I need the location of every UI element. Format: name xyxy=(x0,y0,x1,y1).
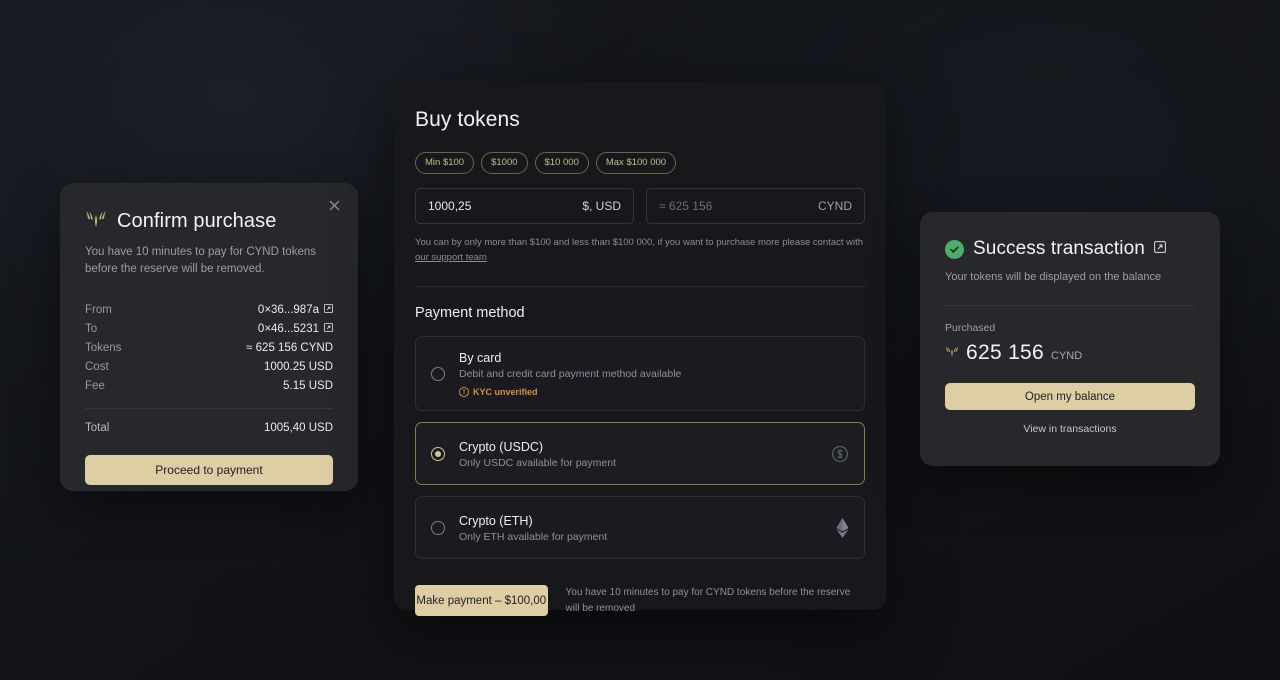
success-subtitle: Your tokens will be displayed on the bal… xyxy=(945,271,1162,283)
success-transaction-panel: Success transaction Your tokens will be … xyxy=(920,212,1220,466)
usd-unit-label: $, USD xyxy=(582,199,621,213)
detail-value: 5.15 USD xyxy=(283,380,333,392)
payment-option-desc: Debit and credit card payment method ava… xyxy=(459,368,682,381)
detail-label: From xyxy=(85,304,112,316)
purchased-ticker: CYND xyxy=(1051,350,1083,362)
detail-label: Fee xyxy=(85,380,105,392)
purchased-label: Purchased xyxy=(945,322,996,334)
purchase-details-list: From 0×36...987a To 0×46...5231 Tokens ≈… xyxy=(85,301,333,438)
buy-tokens-panel: Buy tokens Min $100 $1000 $10 000 Max $1… xyxy=(394,82,886,617)
close-icon[interactable] xyxy=(322,193,346,217)
payment-option-name: By card xyxy=(459,351,502,366)
total-value: 1005,40 USD xyxy=(263,422,333,434)
usd-amount-input[interactable]: 1000,25 $, USD xyxy=(415,188,634,224)
amount-hint: You can by only more than $100 and less … xyxy=(415,236,865,265)
divider xyxy=(945,305,1195,306)
detail-row-from: From 0×36...987a xyxy=(85,301,333,320)
confirm-header: Confirm purchase xyxy=(85,209,333,234)
cynd-wing-logo-icon xyxy=(85,209,107,234)
ethereum-icon xyxy=(836,518,849,539)
proceed-to-payment-button[interactable]: Proceed to payment xyxy=(85,454,333,485)
detail-row-cost: Cost 1000.25 USD xyxy=(85,358,333,377)
payment-timer-note: You have 10 minutes to pay for CYND toke… xyxy=(565,587,851,614)
warning-icon: ! xyxy=(459,387,469,398)
detail-label: Cost xyxy=(85,361,109,373)
detail-label: Tokens xyxy=(85,342,122,354)
cynd-amount-placeholder: ≈ 625 156 xyxy=(659,199,713,213)
detail-row-total: Total 1005,40 USD xyxy=(85,419,333,438)
chip-1000[interactable]: $1000 xyxy=(481,152,528,174)
cynd-unit-label: CYND xyxy=(817,199,852,213)
payment-option-crypto-usdc[interactable]: Crypto (USDC) Only USDC available for pa… xyxy=(415,422,865,486)
success-header: Success transaction xyxy=(945,238,1195,260)
amount-preset-chips: Min $100 $1000 $10 000 Max $100 000 xyxy=(415,152,865,174)
external-link-icon[interactable] xyxy=(324,304,333,316)
external-link-icon[interactable] xyxy=(1154,240,1166,258)
payment-option-by-card[interactable]: By card Debit and credit card payment me… xyxy=(415,336,865,412)
radio-crypto-usdc[interactable] xyxy=(431,447,445,462)
view-in-transactions-link[interactable]: View in transactions xyxy=(945,423,1195,435)
amount-hint-text: You can by only more than $100 and less … xyxy=(415,237,864,248)
confirm-subtitle: You have 10 minutes to pay for CYND toke… xyxy=(85,246,316,276)
payment-method-list: By card Debit and credit card payment me… xyxy=(415,336,865,560)
usd-amount-value: 1000,25 xyxy=(428,199,472,213)
payment-option-name: Crypto (USDC) xyxy=(459,439,544,454)
cynd-amount-input[interactable]: ≈ 625 156 CYND xyxy=(646,188,865,224)
chip-min-100[interactable]: Min $100 xyxy=(415,152,475,174)
purchased-amount-value: 625 156 xyxy=(966,341,1045,364)
success-title: Success transaction xyxy=(973,238,1145,259)
purchased-amount: 625 156 CYND xyxy=(945,341,1195,365)
dollar-circle-icon xyxy=(831,445,849,463)
kyc-status-label: KYC unverified xyxy=(473,387,538,398)
divider xyxy=(85,407,333,409)
cynd-wing-logo-icon xyxy=(945,344,959,364)
detail-value: ≈ 625 156 CYND xyxy=(246,342,333,354)
detail-row-fee: Fee 5.15 USD xyxy=(85,377,333,396)
payment-option-crypto-eth[interactable]: Crypto (ETH) Only ETH available for paym… xyxy=(415,496,865,560)
payment-option-name: Crypto (ETH) xyxy=(459,513,533,528)
make-payment-button[interactable]: Make payment – $100,00 xyxy=(415,585,548,617)
radio-crypto-eth[interactable] xyxy=(431,521,445,536)
divider xyxy=(415,286,865,288)
chip-max-100000[interactable]: Max $100 000 xyxy=(595,152,677,174)
open-my-balance-button[interactable]: Open my balance xyxy=(945,383,1195,410)
detail-label: To xyxy=(85,323,98,335)
radio-by-card[interactable] xyxy=(431,367,445,382)
success-check-icon xyxy=(945,239,964,259)
confirm-purchase-dialog: Confirm purchase You have 10 minutes to … xyxy=(60,183,358,491)
detail-value: 0×36...987a xyxy=(258,304,333,316)
total-label: Total xyxy=(85,422,110,434)
external-link-icon[interactable] xyxy=(324,323,333,335)
detail-row-tokens: Tokens ≈ 625 156 CYND xyxy=(85,339,333,358)
page-title: Confirm purchase xyxy=(117,210,277,232)
detail-row-to: To 0×46...5231 xyxy=(85,320,333,339)
amount-inputs-row: 1000,25 $, USD ≈ 625 156 CYND xyxy=(415,188,865,224)
kyc-status-badge: ! KYC unverified xyxy=(459,387,849,398)
payment-action-row: Make payment – $100,00 You have 10 minut… xyxy=(415,585,865,617)
detail-value: 1000.25 USD xyxy=(263,361,333,373)
chip-10000[interactable]: $10 000 xyxy=(534,152,589,174)
payment-method-title: Payment method xyxy=(415,305,525,322)
support-team-link[interactable]: our support team xyxy=(415,252,487,263)
payment-option-desc: Only ETH available for payment xyxy=(459,530,608,543)
detail-value: 0×46...5231 xyxy=(258,323,333,335)
buy-tokens-title: Buy tokens xyxy=(415,108,520,131)
payment-option-desc: Only USDC available for payment xyxy=(459,456,616,469)
